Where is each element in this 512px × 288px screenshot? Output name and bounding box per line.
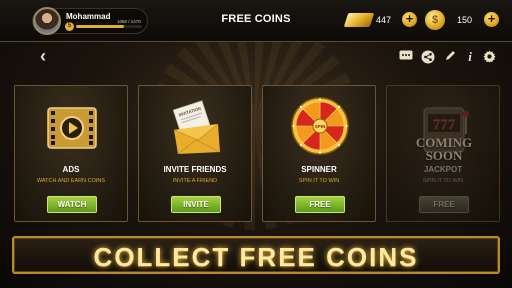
coming-soon-overlay: COMING SOON (415, 135, 473, 163)
card-subtitle: SPIN IT TO WIN (422, 178, 464, 184)
level-badge: 5 (65, 22, 74, 31)
player-profile[interactable]: Mohammad 5 1080 / 1470 (32, 7, 148, 35)
gold-amount: 447 (376, 15, 392, 25)
card-title: SPINNER (301, 165, 337, 174)
jackpot-free-button: FREE (419, 196, 469, 213)
invite-button[interactable]: INVITE (171, 196, 221, 213)
gear-icon[interactable] (482, 50, 496, 64)
card-title: ADS (62, 165, 80, 174)
xp-bar-fill (76, 25, 125, 28)
top-bar: Mohammad 5 1080 / 1470 FREE COINS 447 + … (0, 0, 512, 42)
coin-balance: $ 150 + (425, 10, 501, 30)
add-gold-button[interactable]: + (402, 12, 417, 27)
card-invite-friends[interactable]: INVITATION INVITE FRIENDS INVITE A FRIEN… (138, 85, 252, 222)
card-title: INVITE FRIENDS (163, 165, 227, 174)
avatar[interactable] (33, 7, 61, 35)
reels-text: 777 (433, 117, 456, 133)
card-title: JACKPOT (423, 165, 463, 174)
player-name: Mohammad (66, 12, 111, 21)
invitation-envelope-icon: INVITATION (166, 100, 226, 156)
banner-text: COLLECT FREE COINS (93, 242, 419, 272)
film-play-icon (42, 100, 102, 156)
watch-button[interactable]: WATCH (47, 196, 97, 213)
card-jackpot: 777 COMING SOON JACKPOT SPIN IT TO WIN F… (386, 85, 500, 222)
pencil-icon[interactable] (443, 50, 457, 64)
back-button[interactable]: ‹ (40, 47, 54, 65)
xp-text: 1080 / 1470 (117, 19, 141, 24)
card-ads[interactable]: ADS WATCH AND EARN COINS WATCH (14, 85, 128, 222)
page-title: FREE COINS (221, 13, 291, 25)
spin-hub-text: SPIN (315, 124, 326, 129)
card-spinner[interactable]: SPIN SPINNER SPIN IT TO WIN FREE (262, 85, 376, 222)
xp-bar (76, 25, 142, 28)
add-coins-button[interactable]: + (484, 12, 499, 27)
card-subtitle: WATCH AND EARN COINS (36, 178, 106, 184)
spin-free-button[interactable]: FREE (295, 196, 345, 213)
info-icon[interactable]: i (463, 50, 477, 64)
card-subtitle: SPIN IT TO WIN (298, 178, 340, 184)
share-icon[interactable] (421, 50, 435, 64)
gold-bar-icon (343, 13, 375, 27)
prize-wheel-icon: SPIN (290, 97, 350, 156)
card-subtitle: INVITE A FRIEND (172, 178, 218, 184)
ticket-icon[interactable] (399, 50, 413, 64)
gold-balance: 447 + (343, 10, 418, 30)
collect-free-coins-button[interactable]: COLLECT FREE COINS (12, 236, 500, 274)
coin-amount: 150 (457, 15, 473, 25)
coin-icon: $ (425, 10, 445, 30)
